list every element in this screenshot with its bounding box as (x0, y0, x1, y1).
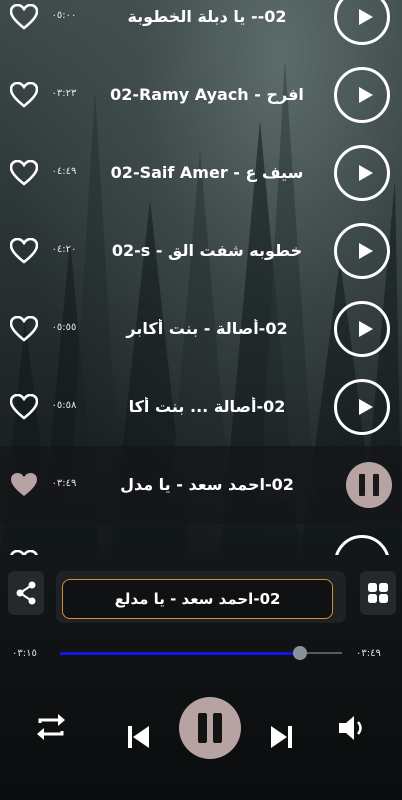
play-button[interactable] (334, 379, 390, 435)
track-row[interactable]: ٠٥:٠٠ 02-- يا دبلة الخطوبة (0, 0, 402, 56)
track-title[interactable]: 02-أصالة ... بنت أكا (82, 397, 332, 416)
heart-icon[interactable] (10, 394, 38, 420)
play-button[interactable] (334, 223, 390, 279)
share-icon (16, 581, 36, 605)
play-pause-button[interactable] (179, 697, 241, 759)
volume-icon[interactable] (336, 713, 368, 743)
play-button[interactable] (334, 535, 390, 555)
track-row[interactable]: ٠٣:٤٢02-الزين والزينه_wm (0, 524, 402, 555)
repeat-icon[interactable] (34, 711, 68, 743)
track-duration: ٠٣:٢٣ (51, 88, 77, 99)
track-duration: ٠٣:٤٩ (51, 478, 77, 489)
heart-icon[interactable] (10, 238, 38, 264)
track-duration: ٠٥:٥٥ (51, 322, 77, 333)
track-row[interactable]: ٠٤:٤٩ 02-Saif Amer - سيف ع (0, 134, 402, 212)
heart-icon[interactable] (10, 160, 38, 186)
heart-icon[interactable] (10, 82, 38, 108)
seek-bar[interactable] (60, 646, 342, 660)
pause-button[interactable] (346, 462, 392, 508)
play-button[interactable] (334, 301, 390, 357)
now-playing-title[interactable]: 02-احمد سعد - يا مدلع (62, 579, 333, 619)
seek-bar-thumb[interactable] (293, 646, 307, 660)
total-time: ٠٣:٤٩ (356, 648, 381, 659)
skip-previous-icon[interactable] (125, 724, 153, 750)
track-row[interactable]: ٠٣:٢٣ 02-Ramy Ayach - افرح (0, 56, 402, 134)
play-button[interactable] (334, 67, 390, 123)
play-button[interactable] (334, 0, 390, 45)
share-button[interactable] (8, 571, 44, 615)
track-row[interactable]: ٠٤:٢٠ 02-s - خطوبه شفت الق (0, 212, 402, 290)
elapsed-time: ٠٣:١٥ (12, 648, 37, 659)
track-title[interactable]: 02-Saif Amer - سيف ع (82, 163, 332, 182)
track-list[interactable]: ٠٥:٠٠ 02-- يا دبلة الخطوبة ٠٣:٢٣ 02-Ramy Ay… (0, 0, 402, 555)
grid-icon (368, 583, 388, 603)
track-duration: ٠٤:٢٠ (51, 244, 77, 255)
pause-icon (198, 713, 207, 743)
play-button[interactable] (334, 145, 390, 201)
heart-icon[interactable] (10, 472, 38, 498)
track-title[interactable]: 02-احمد سعد - يا مدل (82, 475, 332, 494)
grid-button[interactable] (360, 571, 396, 615)
heart-icon[interactable] (10, 316, 38, 342)
track-duration: ٠٥:٠٠ (51, 10, 77, 21)
track-row[interactable]: ٠٥:٥٥ 02-أصالة - بنت أكابر (0, 290, 402, 368)
track-row[interactable]: ٠٣:٤٩ 02-احمد سعد - يا مدل (0, 446, 402, 524)
track-duration: ٠٤:٤٩ (51, 166, 77, 177)
pause-icon (359, 474, 365, 496)
track-row[interactable]: ٠٥:٥٨ 02-أصالة ... بنت أكا (0, 368, 402, 446)
track-duration: ٠٥:٥٨ (51, 400, 77, 411)
track-title[interactable]: 02-s - خطوبه شفت الق (82, 241, 332, 260)
skip-next-icon[interactable] (267, 724, 295, 750)
track-title[interactable]: 02-أصالة - بنت أكابر (82, 319, 332, 338)
seek-bar-fill (60, 651, 300, 655)
track-title[interactable]: 02-- يا دبلة الخطوبة (82, 7, 332, 26)
track-title[interactable]: 02-Ramy Ayach - افرح (82, 85, 332, 104)
heart-icon[interactable] (10, 4, 38, 30)
